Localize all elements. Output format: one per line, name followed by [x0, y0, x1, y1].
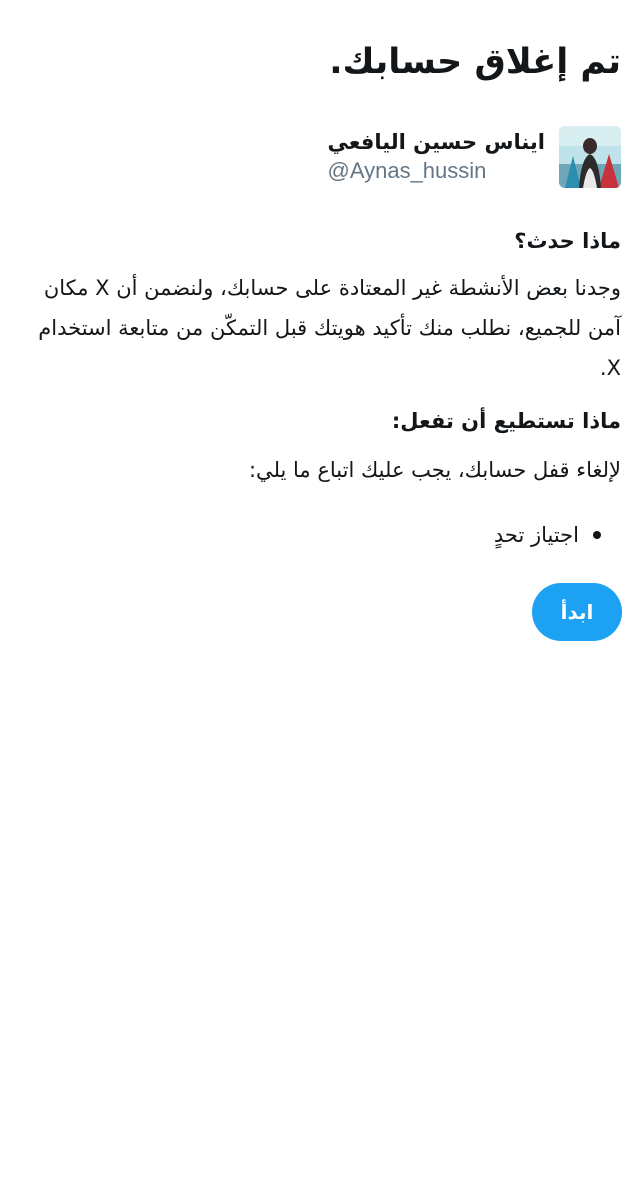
- account-names: ايناس حسين اليافعي @Aynas_hussin: [327, 128, 545, 186]
- display-name: ايناس حسين اليافعي: [327, 130, 545, 154]
- what-happened-text: وجدنا بعض الأنشطة غير المعتادة على حسابك…: [38, 276, 621, 380]
- profile-photo-icon: [559, 126, 621, 188]
- avatar: [559, 126, 621, 188]
- what-happened-heading: ماذا حدث؟: [514, 229, 621, 253]
- bullet-icon: [593, 531, 601, 539]
- what-to-do-heading: ماذا تستطيع أن تفعل:: [391, 409, 621, 433]
- user-handle: @Aynas_hussin: [327, 158, 487, 183]
- account-locked-page: تم إغلاق حسابك. ايناس حسين اليافعي @Ayna…: [0, 0, 641, 1200]
- start-button[interactable]: ابدأ: [532, 583, 622, 641]
- account-info: ايناس حسين اليافعي @Aynas_hussin: [327, 126, 621, 188]
- steps-list: اجتياز تحدٍ: [494, 515, 601, 555]
- step-label: اجتياز تحدٍ: [493, 523, 579, 547]
- page-title: تم إغلاق حسابك.: [329, 42, 621, 82]
- list-item: اجتياز تحدٍ: [494, 515, 601, 555]
- what-to-do-text: لإلغاء قفل حسابك، يجب عليك اتباع ما يلي:: [248, 458, 621, 482]
